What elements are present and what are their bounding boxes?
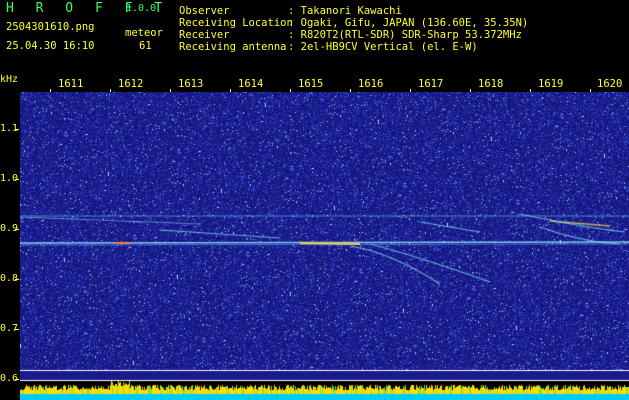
x-tick-label: 1617 (418, 78, 444, 90)
y-tick-mark (15, 229, 19, 230)
x-tick-label: 1619 (538, 78, 564, 90)
y-tick-mark (15, 379, 19, 380)
file-name: 2504301610.png (6, 21, 95, 33)
file-datetime: 25.04.30 16:10 (6, 40, 95, 52)
spectrogram (20, 92, 629, 400)
antenna-label: Receiving antenna (179, 41, 287, 53)
y-tick-mark (15, 129, 19, 130)
x-tick-label: 1620 (597, 78, 623, 90)
observer-label: Observer (179, 5, 230, 17)
y-tick-mark (15, 279, 19, 280)
receiver-label: Receiver (179, 29, 230, 41)
x-tick-label: 1615 (298, 78, 324, 90)
observer-value: : Takanori Kawachi (288, 5, 402, 17)
x-tick-label: 1611 (58, 78, 84, 90)
y-axis: kHz 1.1 1.0 0.9 0.8 0.7 0.6 (0, 74, 20, 400)
location-value: : Ogaki, Gifu, JAPAN (136.60E, 35.35N) (288, 17, 529, 29)
antenna-value: : 2el-HB9CV Vertical (el. E-W) (288, 41, 478, 53)
x-tick-label: 1616 (358, 78, 384, 90)
y-tick-mark (15, 179, 19, 180)
receiver-value: : R820T2(RTL-SDR) SDR-Sharp 53.372MHz (288, 29, 522, 41)
location-label: Receiving Location (179, 17, 293, 29)
header-panel: H R O F F T 1.0.0 2504301610.png meteor … (0, 0, 629, 74)
x-tick-label: 1618 (478, 78, 504, 90)
x-tick-label: 1612 (118, 78, 144, 90)
y-tick-mark (15, 329, 19, 330)
meteor-label: meteor (125, 27, 163, 39)
x-axis: 1611 1612 1613 1614 1615 1616 1617 1618 … (20, 74, 629, 92)
x-tick-label: 1614 (238, 78, 264, 90)
y-axis-unit: kHz (0, 74, 19, 85)
x-tick-label: 1613 (178, 78, 204, 90)
app-version: 1.0.0 (126, 3, 157, 14)
meteor-count: 61 (139, 40, 152, 52)
